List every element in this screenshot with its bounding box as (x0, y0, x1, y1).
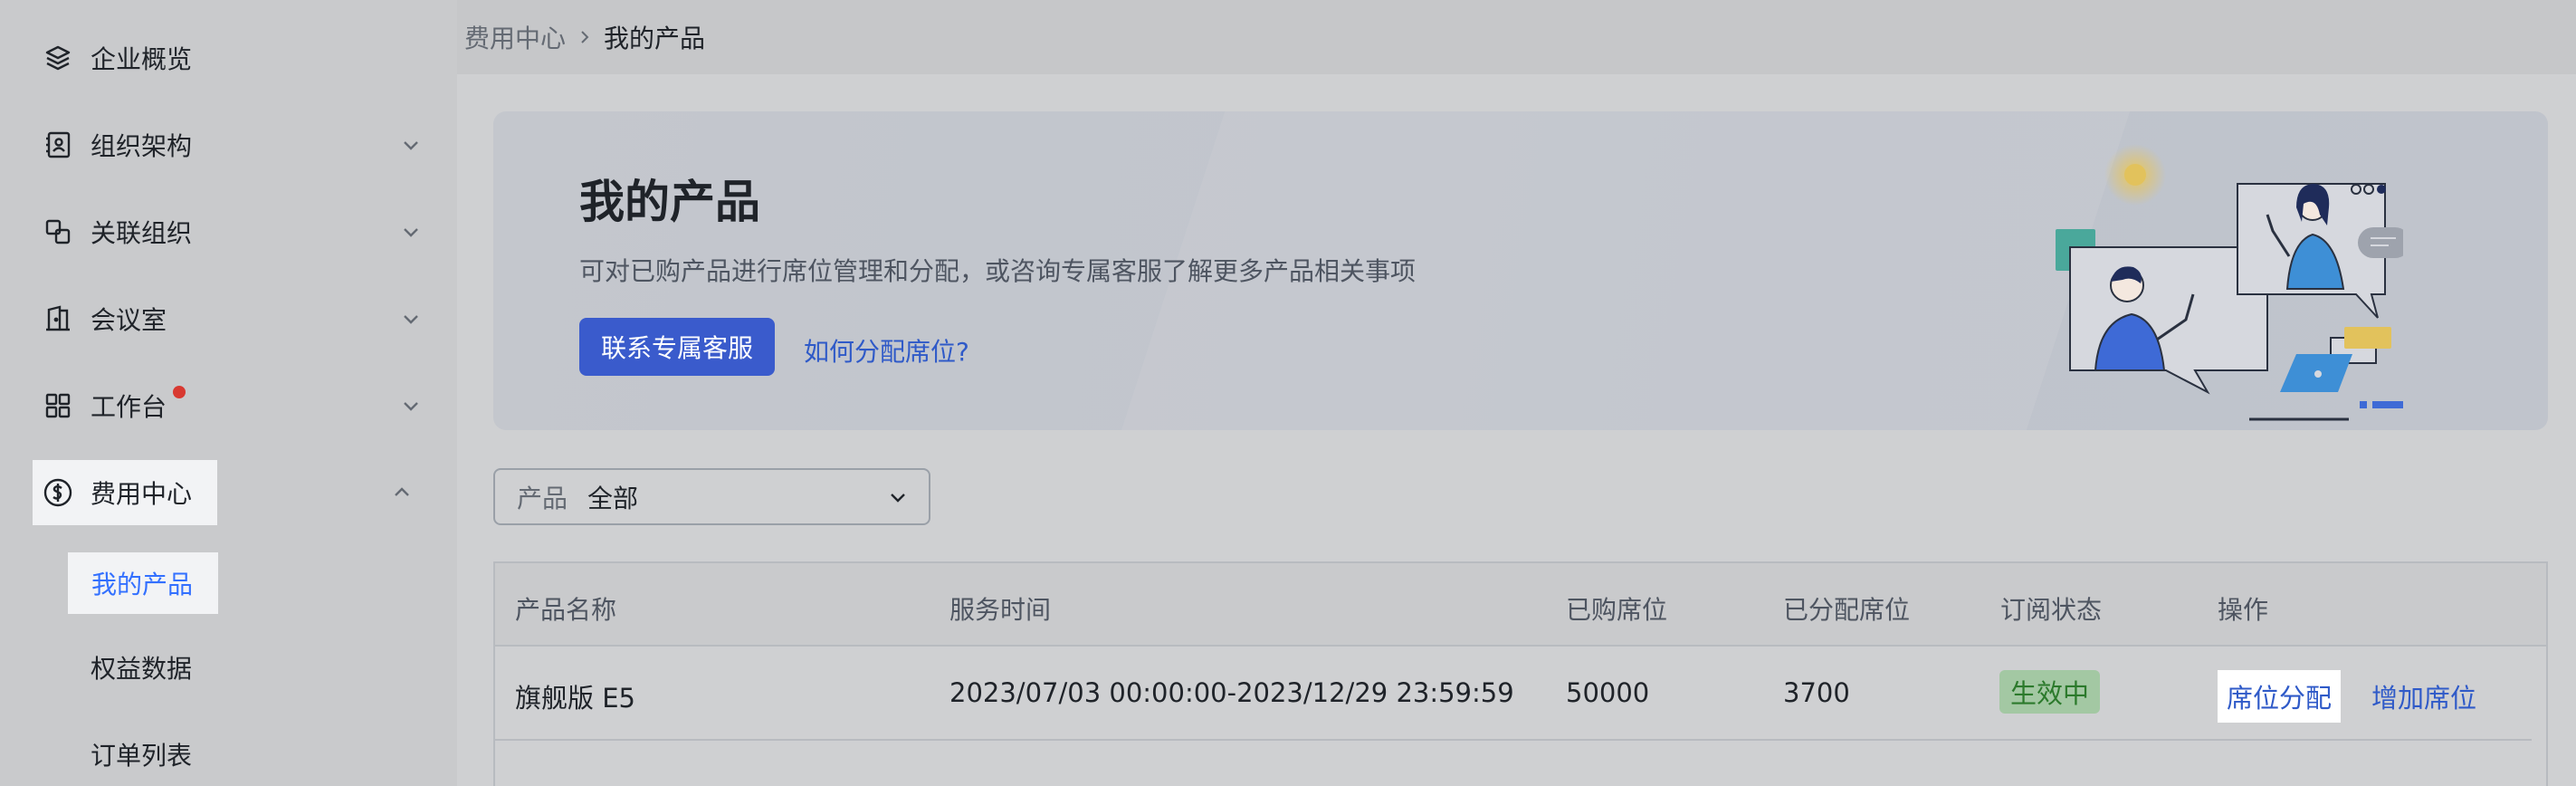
sidebar-item-workbench[interactable]: 工作台 (33, 373, 424, 438)
breadcrumb-current: 我的产品 (604, 24, 706, 53)
chevron-down-icon[interactable] (398, 219, 424, 244)
sidebar-item-billing[interactable]: 费用中心 (33, 460, 217, 525)
table-header: 产品名称 服务时间 已购席位 已分配席位 订阅状态 操作 (495, 563, 2546, 647)
status-badge: 生效中 (1999, 670, 2101, 714)
cell-assigned-seats: 3700 (1783, 677, 1850, 708)
sidebar-item-overview[interactable]: 企业概览 (33, 25, 424, 91)
page-title: 我的产品 (579, 176, 760, 228)
breadcrumb-parent[interactable]: 费用中心 (464, 19, 566, 55)
sidebar-subitem-order-list[interactable]: 订单列表 (91, 736, 192, 772)
chevron-up-icon[interactable] (389, 480, 415, 505)
cell-service-time: 2023/07/03 00:00:00-2023/12/29 23:59:59 (949, 677, 1514, 708)
product-filter-select[interactable]: 产品 全部 (493, 468, 930, 525)
sidebar: 企业概览 组织架构 关联组织 会议室 工作台 费用中心 我的产品 权益数据 订单… (0, 0, 457, 786)
column-header-actions: 操作 (2218, 595, 2269, 625)
sidebar-item-label: 组织架构 (91, 131, 193, 161)
sidebar-item-meeting-room[interactable]: 会议室 (33, 286, 424, 351)
table-row: 旗舰版 E5 2023/07/03 00:00:00-2023/12/29 23… (495, 647, 2532, 741)
notification-dot (173, 386, 186, 398)
column-header-product-name: 产品名称 (515, 595, 617, 625)
sidebar-item-label: 会议室 (91, 305, 167, 335)
sidebar-item-label: 工作台 (91, 392, 167, 422)
contacts-icon (42, 129, 74, 161)
column-header-subscription-status: 订阅状态 (2000, 595, 2103, 625)
hero-description: 可对已购产品进行席位管理和分配，或咨询专属客服了解更多产品相关事项 (579, 256, 1417, 286)
chevron-down-icon[interactable] (398, 393, 424, 418)
chevron-down-icon[interactable] (398, 306, 424, 331)
products-table: 产品名称 服务时间 已购席位 已分配席位 订阅状态 操作 旗舰版 E5 2023… (493, 561, 2548, 786)
chevron-down-icon[interactable] (398, 132, 424, 158)
contact-support-button[interactable]: 联系专属客服 (579, 318, 775, 376)
sidebar-item-label: 关联组织 (91, 218, 193, 248)
sidebar-item-linked-org[interactable]: 关联组织 (33, 199, 424, 264)
cell-purchased-seats: 50000 (1566, 677, 1650, 708)
column-header-assigned-seats: 已分配席位 (1783, 595, 1911, 625)
cell-product-name: 旗舰版 E5 (515, 683, 635, 714)
filter-label: 产品 (517, 483, 568, 513)
support-illustration (2056, 144, 2403, 421)
column-header-purchased-seats: 已购席位 (1566, 595, 1668, 625)
filter-value: 全部 (587, 483, 639, 513)
add-seats-link[interactable]: 增加席位 (2371, 677, 2476, 715)
breadcrumb: 费用中心 我的产品 (457, 0, 2576, 74)
seat-allocation-help-link[interactable]: 如何分配席位? (804, 332, 969, 369)
layers-icon (42, 42, 74, 74)
dollar-icon (42, 476, 74, 509)
grid-apps-icon (42, 389, 74, 422)
assign-seats-link[interactable]: 席位分配 (2218, 670, 2342, 723)
chevron-right-icon (571, 28, 598, 46)
sidebar-item-org[interactable]: 组织架构 (33, 112, 424, 177)
link-org-icon (42, 216, 74, 248)
door-icon (42, 302, 74, 335)
sidebar-item-label: 费用中心 (91, 479, 193, 509)
chevron-down-icon (885, 484, 911, 510)
sidebar-item-label: 企业概览 (91, 44, 193, 74)
hero-banner: 我的产品 可对已购产品进行席位管理和分配，或咨询专属客服了解更多产品相关事项 联… (493, 111, 2548, 430)
sidebar-subitem-my-products[interactable]: 我的产品 (68, 552, 218, 614)
column-header-service-time: 服务时间 (949, 595, 1052, 625)
sidebar-subitem-benefit-data[interactable]: 权益数据 (91, 649, 192, 685)
